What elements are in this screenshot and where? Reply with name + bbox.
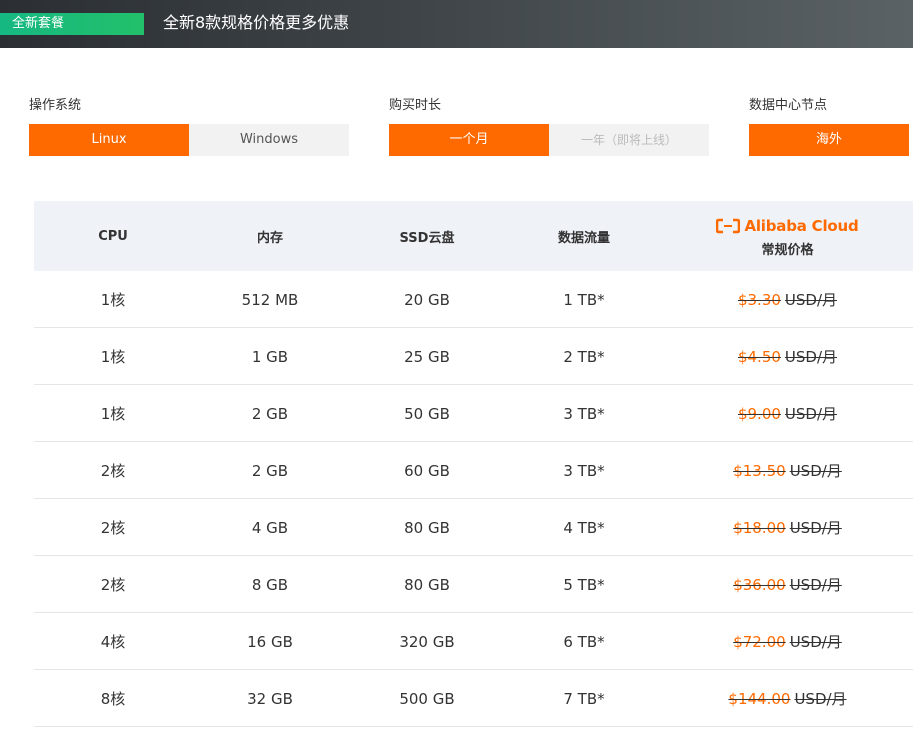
price-unit: USD/月 xyxy=(784,348,838,366)
cell-traffic: 6 TB* xyxy=(563,632,605,651)
cell-price: $144.00 USD/月 xyxy=(662,670,913,727)
price-value: $4.50 xyxy=(737,348,781,366)
cell-ssd: 80 GB xyxy=(404,518,450,537)
cell-ssd: 80 GB xyxy=(404,575,450,594)
cell-traffic: 7 TB* xyxy=(563,689,605,708)
cell-memory: 8 GB xyxy=(251,575,289,594)
cell-cpu: 8核 xyxy=(100,690,126,708)
price-unit: USD/月 xyxy=(794,690,847,708)
new-package-badge: 全新套餐 xyxy=(0,13,144,35)
cell-cpu: 2核 xyxy=(100,519,126,537)
price-value: $3.30 xyxy=(737,291,781,309)
duration-option-month[interactable]: 一个月 xyxy=(389,124,549,156)
cell-memory: 2 GB xyxy=(251,461,289,480)
cell-cpu: 2核 xyxy=(100,462,126,480)
pricing-table: CPU 内存 SSD云盘 数据流量 Alibaba Cloud 常规价格 1核 … xyxy=(34,201,913,727)
price-value: $72.00 xyxy=(733,633,786,651)
cell-price: $4.50 USD/月 xyxy=(662,328,913,385)
cell-memory: 4 GB xyxy=(251,518,289,537)
cell-memory: 1 GB xyxy=(251,347,289,366)
price-value: $36.00 xyxy=(733,576,786,594)
cell-memory: 32 GB xyxy=(247,689,293,708)
cell-cpu: 1核 xyxy=(100,405,126,423)
price-unit: USD/月 xyxy=(789,633,842,651)
promo-banner: 全新套餐 全新8款规格价格更多优惠 xyxy=(0,0,913,48)
cell-ssd: 25 GB xyxy=(404,347,450,366)
cell-ssd: 20 GB xyxy=(404,290,450,309)
price-unit: USD/月 xyxy=(789,576,842,594)
table-header: CPU 内存 SSD云盘 数据流量 Alibaba Cloud 常规价格 xyxy=(34,201,913,271)
table-row: 2核 2 GB 60 GB 3 TB* $13.50 USD/月 xyxy=(34,442,913,499)
cell-price: $3.30 USD/月 xyxy=(662,271,913,328)
cell-ssd: 50 GB xyxy=(404,404,450,423)
os-option-linux[interactable]: Linux xyxy=(29,124,189,156)
cell-memory: 512 MB xyxy=(241,290,299,309)
cell-traffic: 3 TB* xyxy=(563,404,605,423)
cell-ssd: 500 GB xyxy=(399,689,455,708)
datacenter-label: 数据中心节点 xyxy=(749,98,828,113)
os-option-windows[interactable]: Windows xyxy=(189,124,349,156)
price-value: $18.00 xyxy=(733,519,786,537)
table-row: 2核 4 GB 80 GB 4 TB* $18.00 USD/月 xyxy=(34,499,913,556)
cell-memory: 16 GB xyxy=(247,632,293,651)
price-unit: USD/月 xyxy=(789,519,842,537)
cell-price: $36.00 USD/月 xyxy=(662,556,913,613)
duration-option-year: 一年（即将上线） xyxy=(549,124,709,156)
cell-ssd: 320 GB xyxy=(399,632,455,651)
cell-memory: 2 GB xyxy=(251,404,289,423)
price-value: $144.00 xyxy=(728,690,791,708)
alibaba-cloud-logo-text: Alibaba Cloud xyxy=(744,216,859,235)
table-row: 1核 2 GB 50 GB 3 TB* $9.00 USD/月 xyxy=(34,385,913,442)
os-label: 操作系统 xyxy=(29,98,82,113)
cell-price: $18.00 USD/月 xyxy=(662,499,913,556)
cell-cpu: 1核 xyxy=(100,348,126,366)
alibaba-cloud-logo-icon xyxy=(716,218,741,233)
header-regular-price: Alibaba Cloud 常规价格 xyxy=(662,201,913,271)
cell-traffic: 5 TB* xyxy=(563,575,605,594)
regular-price-label: 常规价格 xyxy=(761,242,814,258)
cell-traffic: 2 TB* xyxy=(563,347,605,366)
price-unit: USD/月 xyxy=(784,291,838,309)
header-traffic: 数据流量 xyxy=(557,230,610,246)
cell-price: $72.00 USD/月 xyxy=(662,613,913,670)
table-row: 4核 16 GB 320 GB 6 TB* $72.00 USD/月 xyxy=(34,613,913,670)
datacenter-option-overseas[interactable]: 海外 xyxy=(749,124,909,156)
cell-cpu: 4核 xyxy=(100,633,126,651)
price-unit: USD/月 xyxy=(789,462,842,480)
banner-title: 全新8款规格价格更多优惠 xyxy=(163,13,350,32)
header-memory: 内存 xyxy=(256,230,283,246)
cell-cpu: 2核 xyxy=(100,576,126,594)
cell-traffic: 3 TB* xyxy=(563,461,605,480)
cell-price: $9.00 USD/月 xyxy=(662,385,913,442)
table-row: 1核 1 GB 25 GB 2 TB* $4.50 USD/月 xyxy=(34,328,913,385)
price-value: $13.50 xyxy=(733,462,786,480)
cell-cpu: 1核 xyxy=(100,291,126,309)
cell-ssd: 60 GB xyxy=(404,461,450,480)
duration-label: 购买时长 xyxy=(389,98,442,113)
price-unit: USD/月 xyxy=(784,405,838,423)
cell-traffic: 1 TB* xyxy=(563,290,605,309)
table-row: 2核 8 GB 80 GB 5 TB* $36.00 USD/月 xyxy=(34,556,913,613)
alibaba-cloud-logo: Alibaba Cloud xyxy=(716,215,859,237)
cell-traffic: 4 TB* xyxy=(563,518,605,537)
cell-price: $13.50 USD/月 xyxy=(662,442,913,499)
price-value: $9.00 xyxy=(737,405,781,423)
header-ssd: SSD云盘 xyxy=(399,230,455,246)
table-row: 8核 32 GB 500 GB 7 TB* $144.00 USD/月 xyxy=(34,670,913,727)
header-cpu: CPU xyxy=(98,228,128,244)
table-row: 1核 512 MB 20 GB 1 TB* $3.30 USD/月 xyxy=(34,271,913,328)
